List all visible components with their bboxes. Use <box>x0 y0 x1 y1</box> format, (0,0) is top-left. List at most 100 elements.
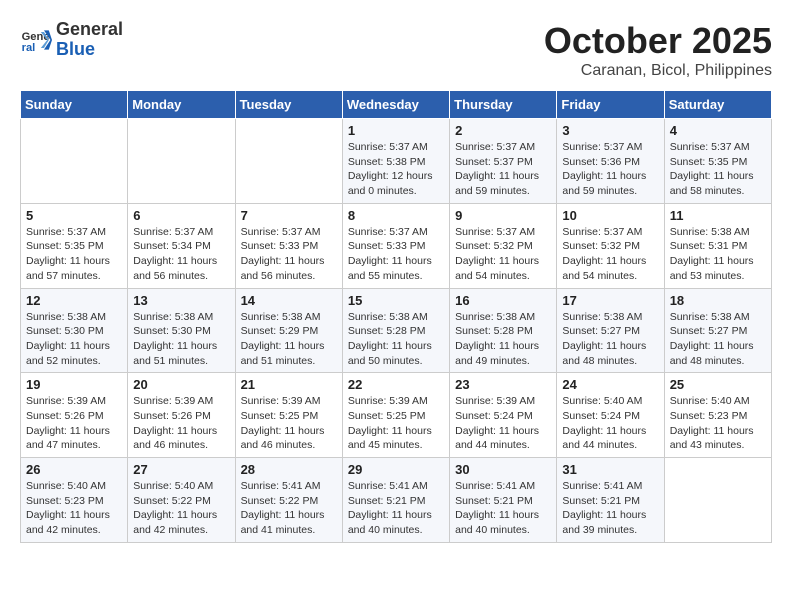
day-info: Sunrise: 5:40 AM Sunset: 5:23 PM Dayligh… <box>26 479 122 538</box>
calendar-week-row: 1 Sunrise: 5:37 AM Sunset: 5:38 PM Daylig… <box>21 119 772 204</box>
calendar-cell: 16Sunrise: 5:38 AM Sunset: 5:28 PM Dayli… <box>450 288 557 373</box>
day-info: Sunrise: 5:37 AM Sunset: 5:33 PM Dayligh… <box>348 225 444 284</box>
weekday-header: Saturday <box>664 91 771 119</box>
calendar-cell: 2 Sunrise: 5:37 AM Sunset: 5:37 PM Daylig… <box>450 119 557 204</box>
day-number: 29 <box>348 462 444 477</box>
calendar-cell: 29 Sunrise: 5:41 AM Sunset: 5:21 PM Dayli… <box>342 458 449 543</box>
weekday-header: Monday <box>128 91 235 119</box>
calendar-cell: 1 Sunrise: 5:37 AM Sunset: 5:38 PM Daylig… <box>342 119 449 204</box>
day-number: 3 <box>562 123 658 138</box>
day-number: 15 <box>348 293 444 308</box>
calendar-cell: 3 Sunrise: 5:37 AM Sunset: 5:36 PM Daylig… <box>557 119 664 204</box>
day-number: 12 <box>26 293 122 308</box>
calendar-week-row: 12 Sunrise: 5:38 AM Sunset: 5:30 PM Dayli… <box>21 288 772 373</box>
day-info: Sunrise: 5:37 AM Sunset: 5:37 PM Dayligh… <box>455 140 551 199</box>
day-info: Sunrise: 5:41 AM Sunset: 5:21 PM Dayligh… <box>348 479 444 538</box>
day-number: 13 <box>133 293 229 308</box>
day-info: Sunrise: 5:38 AM Sunset: 5:30 PM Dayligh… <box>26 310 122 369</box>
logo-text: General Blue <box>56 20 123 60</box>
weekday-header-row: SundayMondayTuesdayWednesdayThursdayFrid… <box>21 91 772 119</box>
day-number: 30 <box>455 462 551 477</box>
day-number: 7 <box>241 208 337 223</box>
logo: Gene ral General Blue <box>20 20 123 60</box>
calendar-cell: 7 Sunrise: 5:37 AM Sunset: 5:33 PM Daylig… <box>235 203 342 288</box>
day-info: Sunrise: 5:38 AM Sunset: 5:30 PM Dayligh… <box>133 310 229 369</box>
weekday-header: Tuesday <box>235 91 342 119</box>
weekday-header: Thursday <box>450 91 557 119</box>
calendar-cell: 10Sunrise: 5:37 AM Sunset: 5:32 PM Dayli… <box>557 203 664 288</box>
calendar-cell: 18Sunrise: 5:38 AM Sunset: 5:27 PM Dayli… <box>664 288 771 373</box>
day-info: Sunrise: 5:37 AM Sunset: 5:38 PM Dayligh… <box>348 140 444 199</box>
day-number: 25 <box>670 377 766 392</box>
day-info: Sunrise: 5:38 AM Sunset: 5:31 PM Dayligh… <box>670 225 766 284</box>
day-number: 26 <box>26 462 122 477</box>
svg-text:ral: ral <box>22 42 36 54</box>
day-info: Sunrise: 5:38 AM Sunset: 5:28 PM Dayligh… <box>455 310 551 369</box>
day-number: 28 <box>241 462 337 477</box>
calendar-week-row: 26 Sunrise: 5:40 AM Sunset: 5:23 PM Dayli… <box>21 458 772 543</box>
calendar-cell: 4Sunrise: 5:37 AM Sunset: 5:35 PM Daylig… <box>664 119 771 204</box>
day-number: 20 <box>133 377 229 392</box>
calendar-cell: 6Sunrise: 5:37 AM Sunset: 5:34 PM Daylig… <box>128 203 235 288</box>
day-number: 17 <box>562 293 658 308</box>
day-number: 1 <box>348 123 444 138</box>
weekday-header: Wednesday <box>342 91 449 119</box>
day-number: 27 <box>133 462 229 477</box>
calendar-cell: 11 Sunrise: 5:38 AM Sunset: 5:31 PM Dayli… <box>664 203 771 288</box>
calendar-cell: 27 Sunrise: 5:40 AM Sunset: 5:22 PM Dayli… <box>128 458 235 543</box>
day-info: Sunrise: 5:39 AM Sunset: 5:24 PM Dayligh… <box>455 394 551 453</box>
calendar-cell: 26 Sunrise: 5:40 AM Sunset: 5:23 PM Dayli… <box>21 458 128 543</box>
day-number: 8 <box>348 208 444 223</box>
day-info: Sunrise: 5:37 AM Sunset: 5:35 PM Dayligh… <box>26 225 122 284</box>
day-number: 2 <box>455 123 551 138</box>
day-info: Sunrise: 5:41 AM Sunset: 5:21 PM Dayligh… <box>455 479 551 538</box>
day-info: Sunrise: 5:40 AM Sunset: 5:22 PM Dayligh… <box>133 479 229 538</box>
weekday-header: Sunday <box>21 91 128 119</box>
calendar-table: SundayMondayTuesdayWednesdayThursdayFrid… <box>20 90 772 543</box>
header: Gene ral General Blue October 2025 Caran… <box>20 20 772 80</box>
calendar-cell: 14Sunrise: 5:38 AM Sunset: 5:29 PM Dayli… <box>235 288 342 373</box>
calendar-cell <box>128 119 235 204</box>
day-info: Sunrise: 5:41 AM Sunset: 5:21 PM Dayligh… <box>562 479 658 538</box>
calendar-cell: 28 Sunrise: 5:41 AM Sunset: 5:22 PM Dayli… <box>235 458 342 543</box>
logo-icon: Gene ral <box>20 24 52 56</box>
weekday-header: Friday <box>557 91 664 119</box>
calendar-cell: 30 Sunrise: 5:41 AM Sunset: 5:21 PM Dayli… <box>450 458 557 543</box>
day-info: Sunrise: 5:37 AM Sunset: 5:32 PM Dayligh… <box>455 225 551 284</box>
day-info: Sunrise: 5:37 AM Sunset: 5:33 PM Dayligh… <box>241 225 337 284</box>
title-area: October 2025 Caranan, Bicol, Philippines <box>544 20 772 80</box>
calendar-cell: 21 Sunrise: 5:39 AM Sunset: 5:25 PM Dayli… <box>235 373 342 458</box>
calendar-cell: 20 Sunrise: 5:39 AM Sunset: 5:26 PM Dayli… <box>128 373 235 458</box>
day-number: 22 <box>348 377 444 392</box>
day-info: Sunrise: 5:37 AM Sunset: 5:34 PM Dayligh… <box>133 225 229 284</box>
calendar-cell: 31 Sunrise: 5:41 AM Sunset: 5:21 PM Dayli… <box>557 458 664 543</box>
day-info: Sunrise: 5:39 AM Sunset: 5:25 PM Dayligh… <box>241 394 337 453</box>
calendar-cell: 15 Sunrise: 5:38 AM Sunset: 5:28 PM Dayli… <box>342 288 449 373</box>
calendar-cell: 23 Sunrise: 5:39 AM Sunset: 5:24 PM Dayli… <box>450 373 557 458</box>
day-number: 4 <box>670 123 766 138</box>
day-info: Sunrise: 5:40 AM Sunset: 5:23 PM Dayligh… <box>670 394 766 453</box>
day-info: Sunrise: 5:38 AM Sunset: 5:28 PM Dayligh… <box>348 310 444 369</box>
calendar-cell: 25 Sunrise: 5:40 AM Sunset: 5:23 PM Dayli… <box>664 373 771 458</box>
calendar-cell: 19Sunrise: 5:39 AM Sunset: 5:26 PM Dayli… <box>21 373 128 458</box>
day-number: 11 <box>670 208 766 223</box>
calendar-cell: 8 Sunrise: 5:37 AM Sunset: 5:33 PM Daylig… <box>342 203 449 288</box>
day-info: Sunrise: 5:39 AM Sunset: 5:26 PM Dayligh… <box>133 394 229 453</box>
day-number: 23 <box>455 377 551 392</box>
day-number: 21 <box>241 377 337 392</box>
day-number: 10 <box>562 208 658 223</box>
calendar-cell <box>235 119 342 204</box>
calendar-cell: 9Sunrise: 5:37 AM Sunset: 5:32 PM Daylig… <box>450 203 557 288</box>
day-number: 19 <box>26 377 122 392</box>
calendar-week-row: 19 Sunrise: 5:39 AM Sunset: 5:26 PM Dayli… <box>21 373 772 458</box>
calendar-cell <box>664 458 771 543</box>
day-number: 31 <box>562 462 658 477</box>
day-info: Sunrise: 5:41 AM Sunset: 5:22 PM Dayligh… <box>241 479 337 538</box>
day-info: Sunrise: 5:38 AM Sunset: 5:29 PM Dayligh… <box>241 310 337 369</box>
calendar-week-row: 5Sunrise: 5:37 AM Sunset: 5:35 PM Daylig… <box>21 203 772 288</box>
day-info: Sunrise: 5:37 AM Sunset: 5:36 PM Dayligh… <box>562 140 658 199</box>
calendar-cell: 24Sunrise: 5:40 AM Sunset: 5:24 PM Dayli… <box>557 373 664 458</box>
calendar-cell: 12 Sunrise: 5:38 AM Sunset: 5:30 PM Dayli… <box>21 288 128 373</box>
calendar-cell: 22Sunrise: 5:39 AM Sunset: 5:25 PM Dayli… <box>342 373 449 458</box>
calendar-cell: 17Sunrise: 5:38 AM Sunset: 5:27 PM Dayli… <box>557 288 664 373</box>
